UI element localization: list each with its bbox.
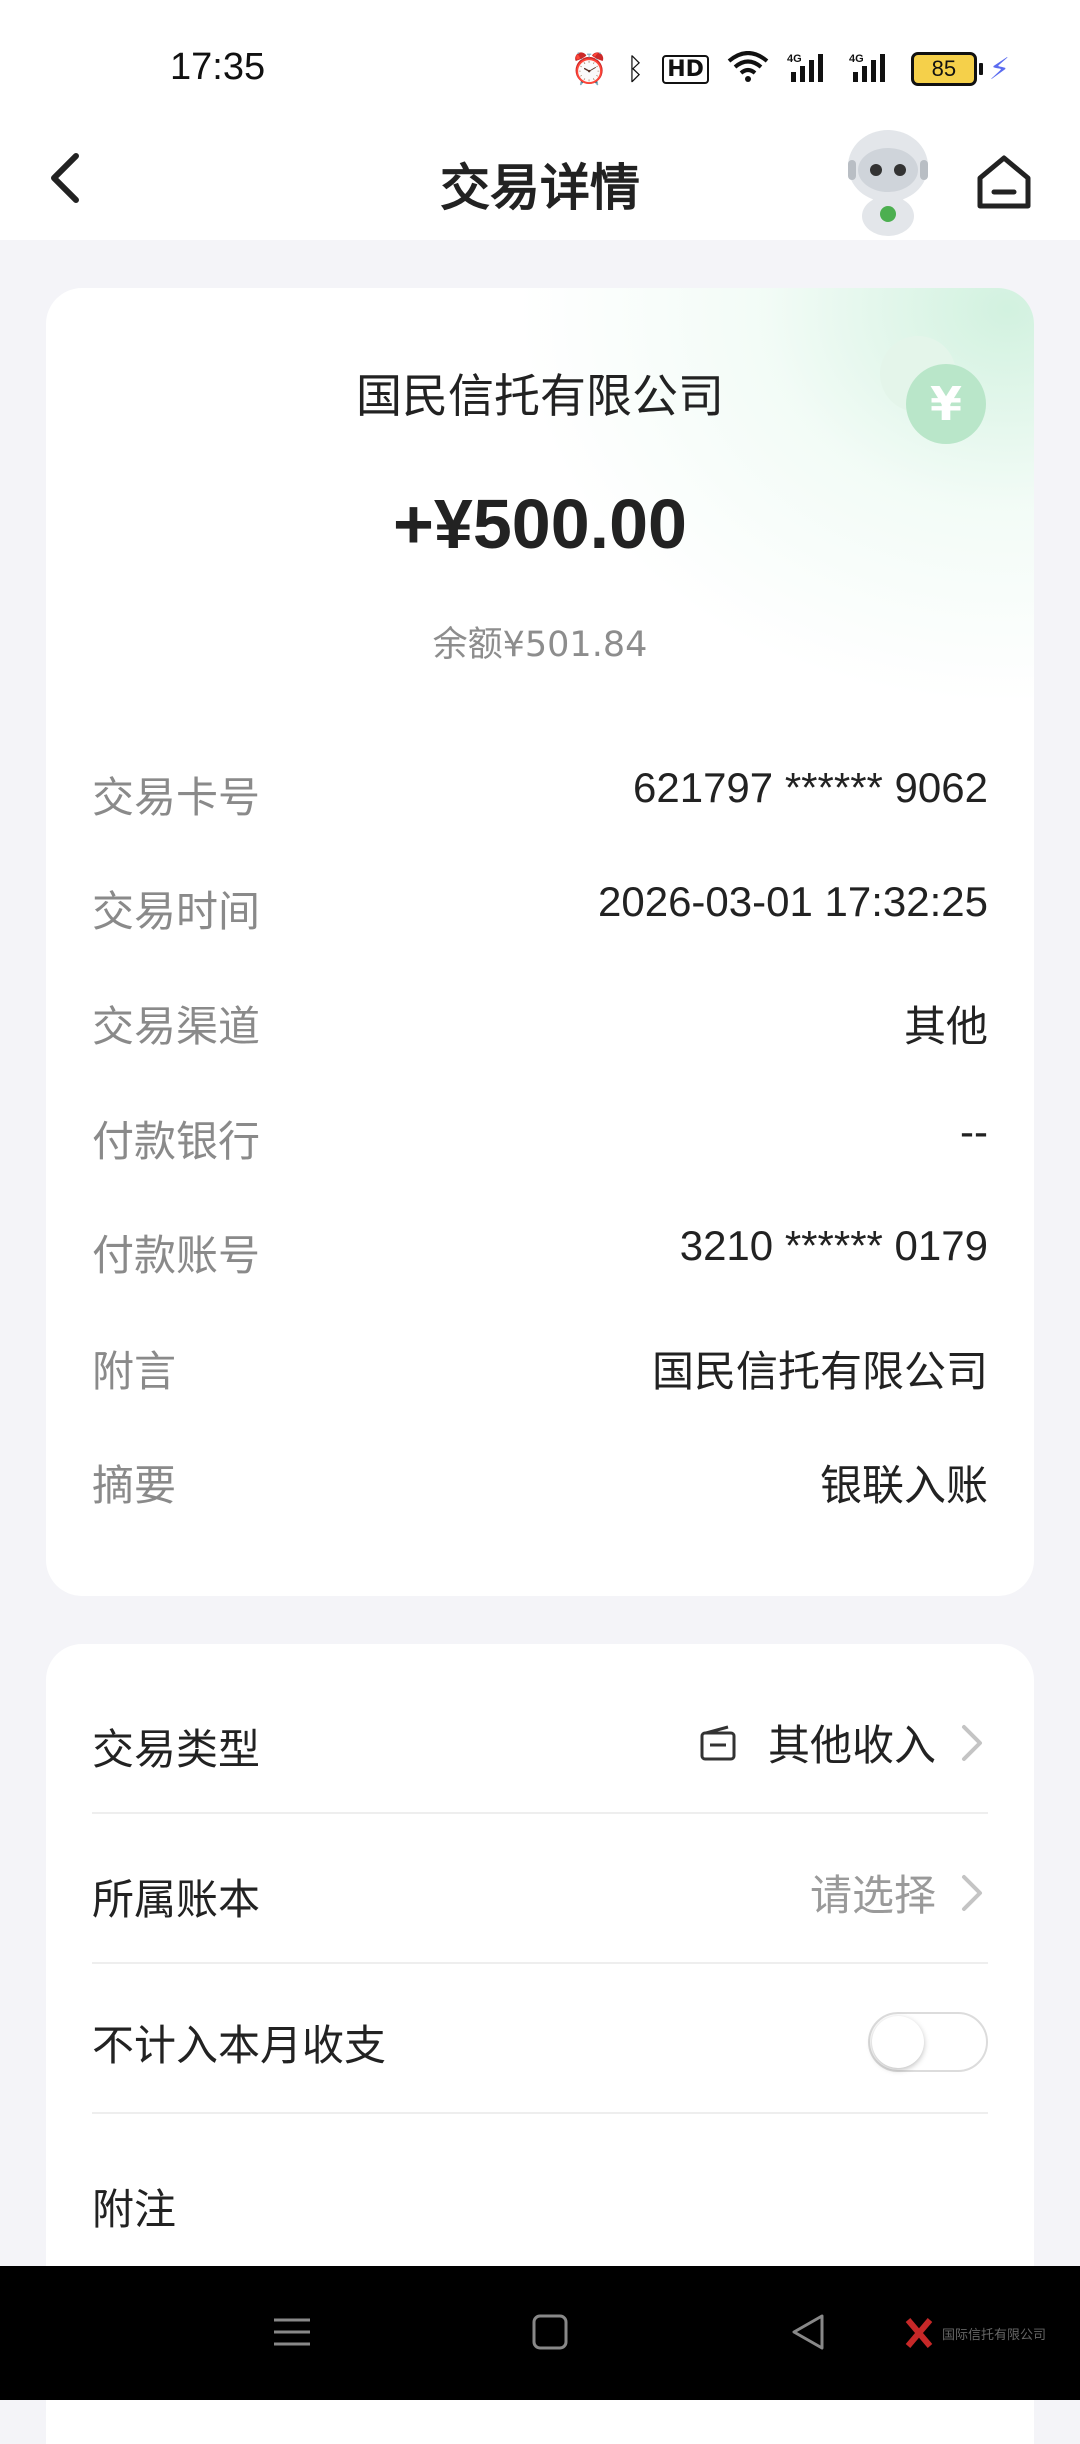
charging-icon: ⚡: [988, 51, 1010, 87]
assistant-avatar[interactable]: [838, 124, 938, 236]
battery-indicator: 85 ⚡: [910, 51, 1010, 87]
square-icon: [532, 2314, 568, 2350]
home-button[interactable]: [972, 150, 1036, 214]
detail-value: 银联入账: [819, 1461, 988, 1510]
system-nav-bar: 国际信托有限公司: [0, 2266, 1080, 2400]
watermark: 国际信托有限公司: [904, 2316, 1046, 2350]
detail-label: 交易卡号: [92, 773, 261, 822]
watermark-logo-icon: [905, 2318, 933, 2348]
chevron-right-icon: [962, 1724, 982, 1761]
status-bar: 17:35 ⏰ ᛒ HD 4G 4G 85 ⚡: [0, 0, 1080, 140]
transaction-type-row[interactable]: 交易类型 其他收入: [92, 1712, 988, 1782]
divider: [92, 1962, 988, 1964]
option-label: 不计入本月收支: [92, 2021, 387, 2070]
menu-icon: [274, 2318, 310, 2346]
exclude-monthly-toggle[interactable]: [868, 2012, 988, 2072]
transaction-type-value: 其他收入: [767, 1721, 936, 1770]
nav-bar: 交易详情: [0, 120, 1080, 240]
svg-text:4G: 4G: [849, 53, 864, 65]
detail-label: 付款银行: [92, 1117, 261, 1166]
divider: [92, 2112, 988, 2114]
detail-value: 其他: [903, 1002, 988, 1051]
hd-icon: HD: [662, 54, 709, 84]
merchant-name: 国民信托有限公司: [356, 369, 724, 423]
option-label: 交易类型: [92, 1725, 261, 1774]
divider: [92, 1812, 988, 1814]
option-label: 附注: [92, 2185, 177, 2234]
detail-value: --: [960, 1108, 988, 1155]
detail-row-payer-account: 付款账号 3210 ****** 0179: [92, 1222, 988, 1282]
bluetooth-icon: ᛒ: [626, 51, 645, 87]
watermark-text: 国际信托有限公司: [942, 2327, 1047, 2343]
detail-value: 国民信托有限公司: [651, 1347, 988, 1396]
option-label: 所属账本: [92, 1875, 261, 1924]
detail-value: 2026-03-01 17:32:25: [598, 878, 988, 925]
alarm-icon: ⏰: [570, 51, 609, 87]
home-icon: [977, 155, 1031, 209]
svg-text:4G: 4G: [787, 53, 802, 65]
detail-label: 摘要: [92, 1461, 177, 1510]
detail-row-remark: 附言 国民信托有限公司: [92, 1338, 988, 1398]
menu-button[interactable]: [268, 2308, 316, 2356]
wallet-icon: [700, 1725, 736, 1760]
note-row[interactable]: 附注: [92, 2172, 988, 2242]
chevron-right-icon: [962, 1874, 982, 1911]
detail-label: 交易渠道: [92, 1002, 261, 1051]
signal-4g-icon: 4G: [787, 50, 831, 88]
signal-4g-icon: 4G: [849, 50, 893, 88]
detail-label: 付款账号: [92, 1231, 261, 1280]
transaction-card: ¥ 国民信托有限公司 +¥500.00 余额¥501.84 交易卡号 62179…: [46, 288, 1034, 1596]
detail-row-payer-bank: 付款银行 --: [92, 1108, 988, 1168]
status-icons: ⏰ ᛒ HD 4G 4G 85 ⚡: [571, 50, 1010, 88]
detail-value: 3210 ****** 0179: [679, 1222, 988, 1269]
triangle-back-icon: [792, 2314, 824, 2350]
home-nav-button[interactable]: [526, 2308, 574, 2356]
detail-label: 附言: [92, 1347, 177, 1396]
transaction-amount: +¥500.00: [393, 485, 687, 563]
detail-row-card-number: 交易卡号 621797 ****** 9062: [92, 764, 988, 824]
exclude-monthly-row: 不计入本月收支: [92, 2008, 988, 2078]
detail-label: 交易时间: [92, 887, 261, 936]
detail-row-channel: 交易渠道 其他: [92, 993, 988, 1053]
detail-row-summary: 摘要 银联入账: [92, 1452, 988, 1512]
toggle-knob: [872, 2016, 924, 2068]
wifi-icon: [727, 51, 769, 87]
back-nav-button[interactable]: [784, 2308, 832, 2356]
balance-text: 余额¥501.84: [432, 625, 648, 665]
detail-row-time: 交易时间 2026-03-01 17:32:25: [92, 878, 988, 938]
detail-value: 621797 ****** 9062: [633, 764, 988, 811]
account-book-row[interactable]: 所属账本 请选择: [92, 1862, 988, 1932]
status-time: 17:35: [170, 46, 266, 88]
account-book-placeholder: 请选择: [809, 1871, 936, 1920]
battery-level: 85: [910, 52, 977, 86]
